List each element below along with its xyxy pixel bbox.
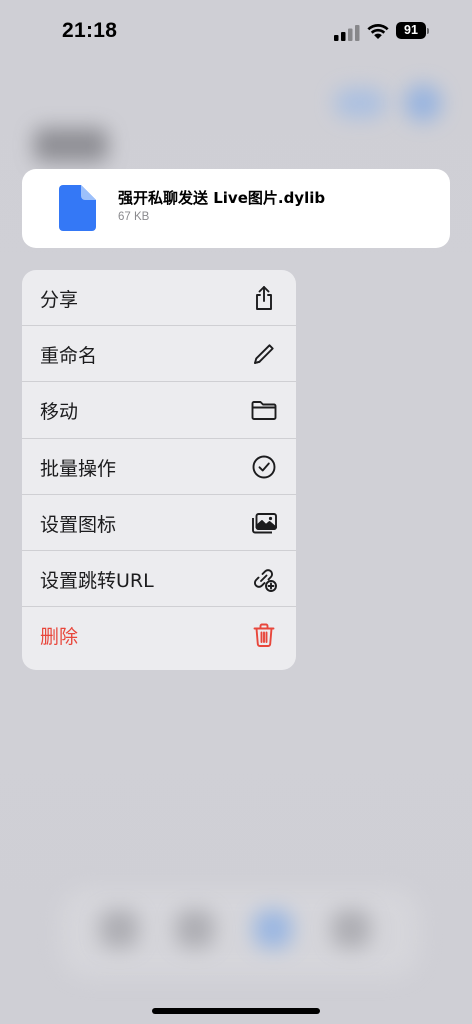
blurred-tab-1 — [100, 910, 138, 948]
blurred-header-icon-button — [404, 84, 442, 122]
battery-indicator: 91 — [396, 22, 426, 39]
trash-icon — [250, 621, 278, 649]
battery-cap — [427, 28, 429, 34]
file-preview-card: 强开私聊发送 Live图片.dylib 67 KB — [22, 169, 450, 248]
menu-item-batch[interactable]: 批量操作 — [22, 439, 296, 495]
menu-item-set-icon[interactable]: 设置图标 — [22, 495, 296, 551]
blurred-tab-3 — [254, 910, 292, 948]
link-add-icon — [250, 565, 278, 593]
home-indicator[interactable] — [152, 1008, 320, 1014]
share-icon — [250, 284, 278, 312]
folder-icon — [250, 396, 278, 424]
file-name: 强开私聊发送 Live图片.dylib — [118, 189, 326, 207]
menu-item-label: 重命名 — [40, 345, 98, 368]
menu-item-label: 删除 — [40, 626, 79, 649]
menu-item-label: 移动 — [40, 401, 79, 424]
photos-icon — [250, 509, 278, 537]
menu-item-rename[interactable]: 重命名 — [22, 326, 296, 383]
status-time: 21:18 — [62, 19, 118, 42]
status-bar: 21:18 91 — [0, 0, 472, 60]
menu-item-share[interactable]: 分享 — [22, 270, 296, 327]
checkmark-circle-icon — [250, 453, 278, 481]
context-menu: 分享 重命名 移动 批量操作 设置图标 设置跳转URL 删除 — [22, 270, 296, 670]
menu-item-set-url[interactable]: 设置跳转URL — [22, 551, 296, 608]
menu-item-delete[interactable]: 删除 — [22, 607, 296, 663]
menu-item-move[interactable]: 移动 — [22, 382, 296, 439]
blurred-tab-4 — [332, 910, 370, 948]
menu-item-label: 分享 — [40, 289, 79, 311]
wifi-icon — [367, 24, 389, 39]
menu-item-label: 设置图标 — [40, 513, 117, 536]
blurred-header-button — [334, 88, 386, 118]
blurred-page-title — [34, 128, 108, 162]
document-icon — [59, 185, 96, 231]
file-size: 67 KB — [118, 211, 150, 223]
menu-item-label: 批量操作 — [40, 457, 117, 480]
pencil-icon — [250, 340, 278, 368]
menu-item-label: 设置跳转URL — [40, 569, 154, 592]
blurred-tab-2 — [176, 910, 214, 948]
cellular-signal-icon — [334, 25, 360, 41]
